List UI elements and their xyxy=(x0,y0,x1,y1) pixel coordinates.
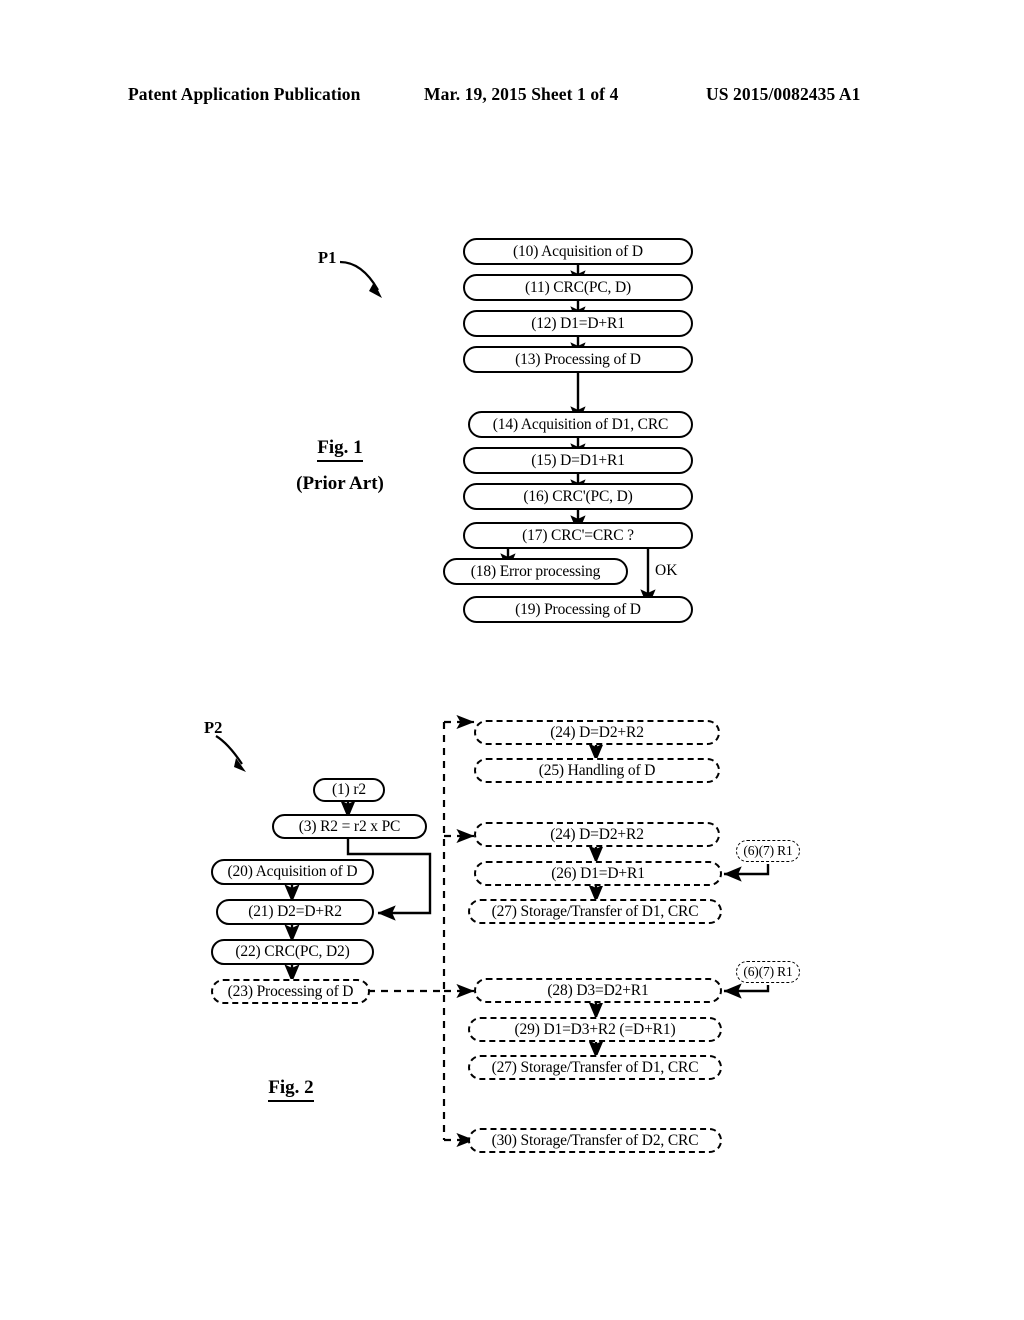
fig2-node-3[interactable]: (3) R2 = r2 x PC xyxy=(272,814,427,839)
pointer-arrow-p1 xyxy=(339,260,382,298)
fig1-caption: Fig. 1 (Prior Art) xyxy=(270,437,410,495)
fig2-node-r1a[interactable]: (6)(7) R1 xyxy=(736,840,800,862)
fig1-node-15[interactable]: (15) D=D1+R1 xyxy=(463,447,693,474)
connector-r1a-to-26 xyxy=(723,864,770,882)
fig2-node-26[interactable]: (26) D1=D+R1 xyxy=(474,861,722,886)
fig1-node-10[interactable]: (10) Acquisition of D xyxy=(463,238,693,265)
fig2-node-20[interactable]: (20) Acquisition of D xyxy=(211,859,374,885)
fig1-node-18[interactable]: (18) Error processing xyxy=(443,558,628,585)
fig2-caption: Fig. 2 xyxy=(232,1077,350,1102)
fig2-node-21[interactable]: (21) D2=D+R2 xyxy=(216,899,374,925)
fig1-node-14[interactable]: (14) Acquisition of D1, CRC xyxy=(468,411,693,438)
fig2-node-22[interactable]: (22) CRC(PC, D2) xyxy=(211,939,374,965)
figure-sheet: P1 (10) Acquisition of D (11) CRC(PC, D)… xyxy=(0,0,1024,1320)
fig1-node-13[interactable]: (13) Processing of D xyxy=(463,346,693,373)
fig2-node-24b[interactable]: (24) D=D2+R2 xyxy=(474,822,720,847)
fig1-caption-title: Fig. 1 xyxy=(317,437,363,462)
fig2-node-29[interactable]: (29) D1=D3+R2 (=D+R1) xyxy=(468,1017,722,1042)
pointer-arrow-p2 xyxy=(215,735,246,772)
connector-r1b-to-28 xyxy=(723,983,770,999)
fig2-node-24a[interactable]: (24) D=D2+R2 xyxy=(474,720,720,745)
fig1-node-12[interactable]: (12) D1=D+R1 xyxy=(463,310,693,337)
fig1-node-19[interactable]: (19) Processing of D xyxy=(463,596,693,623)
fig2-node-30[interactable]: (30) Storage/Transfer of D2, CRC xyxy=(468,1128,722,1153)
fig2-node-25[interactable]: (25) Handling of D xyxy=(474,758,720,783)
fig2-node-23[interactable]: (23) Processing of D xyxy=(211,979,370,1004)
connector-lines xyxy=(284,265,770,1148)
fig1-node-16[interactable]: (16) CRC'(PC, D) xyxy=(463,483,693,510)
fig2-node-28[interactable]: (28) D3=D2+R1 xyxy=(474,978,722,1003)
fig1-node-17[interactable]: (17) CRC'=CRC ? xyxy=(463,522,693,549)
fig2-node-1[interactable]: (1) r2 xyxy=(313,778,385,802)
fig2-node-27a[interactable]: (27) Storage/Transfer of D1, CRC xyxy=(468,899,722,924)
fig1-caption-subtitle: (Prior Art) xyxy=(296,473,384,494)
fig2-caption-title: Fig. 2 xyxy=(268,1077,314,1102)
fig2-node-r1b[interactable]: (6)(7) R1 xyxy=(736,961,800,983)
fig1-branch-label-ok: OK xyxy=(655,562,678,579)
label-p1: P1 xyxy=(318,248,337,267)
fig2-node-27b[interactable]: (27) Storage/Transfer of D1, CRC xyxy=(468,1055,722,1080)
fig1-node-11[interactable]: (11) CRC(PC, D) xyxy=(463,274,693,301)
